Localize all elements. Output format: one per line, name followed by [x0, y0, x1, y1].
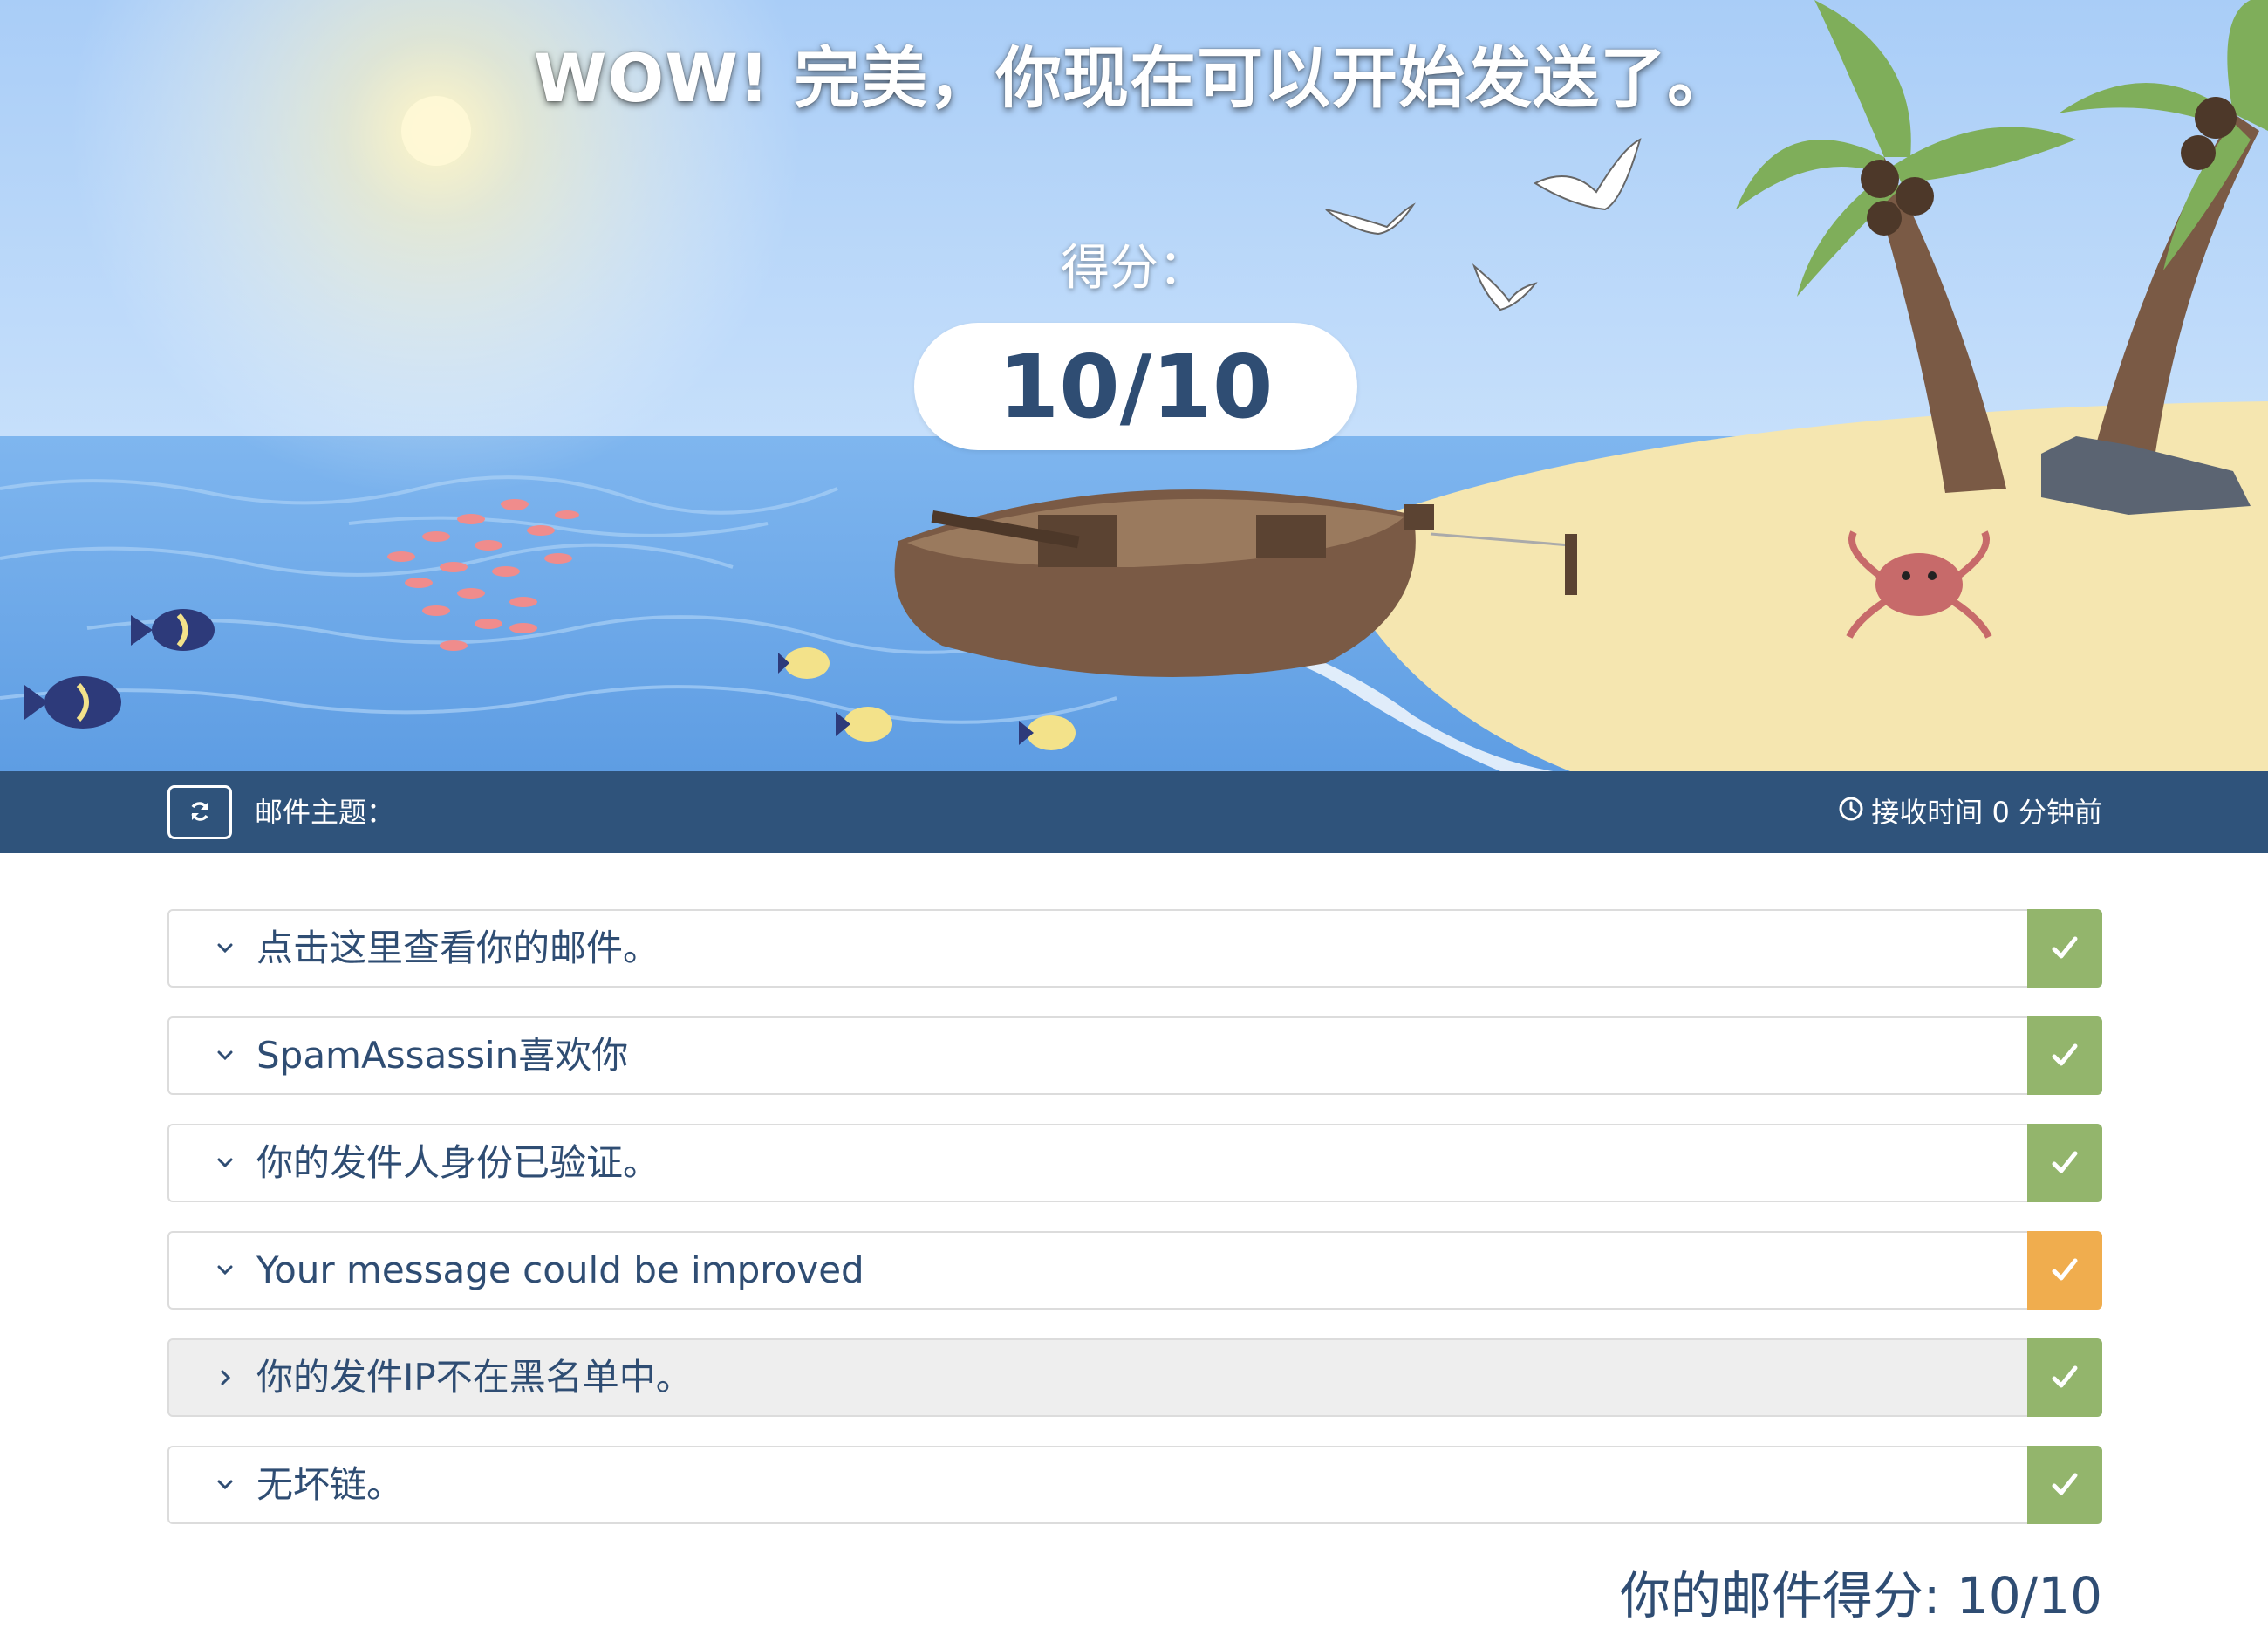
- check-row-message-improvement[interactable]: Your message could be improved: [167, 1231, 2102, 1310]
- status-check-icon: [2027, 1338, 2102, 1417]
- check-label: SpamAssassin喜欢你: [256, 1034, 629, 1077]
- chevron-down-icon: [208, 1260, 243, 1281]
- hero-title: WOW! 完美，你现在可以开始发送了。: [533, 39, 1735, 117]
- subject-label: 邮件主题：: [255, 796, 395, 829]
- clock-icon: [1838, 792, 1864, 832]
- checks-list: 点击这里查看你的邮件。 SpamAssassin喜欢你 你的发件人身份已验证。 …: [167, 909, 2102, 1553]
- email-meta-bar: 邮件主题： 接收时间 0 分钟前: [0, 771, 2268, 853]
- score-label: 得分：: [1061, 240, 1207, 297]
- refresh-button[interactable]: [167, 785, 232, 839]
- received-text: 接收时间 0 分钟前: [1871, 796, 2102, 829]
- score-badge: 10/10: [914, 323, 1357, 450]
- chevron-down-icon: [208, 1153, 243, 1173]
- hero-banner: WOW! 完美，你现在可以开始发送了。 得分： 10/10: [0, 0, 2268, 771]
- check-row-broken-links[interactable]: 无坏链。: [167, 1446, 2102, 1524]
- check-label: 点击这里查看你的邮件。: [256, 927, 660, 969]
- received-time: 接收时间 0 分钟前: [1838, 792, 2102, 832]
- check-label: 你的发件人身份已验证。: [256, 1141, 660, 1184]
- check-row-blacklist[interactable]: 你的发件IP不在黑名单中。: [167, 1338, 2102, 1417]
- chevron-right-icon: [208, 1367, 243, 1388]
- chevron-down-icon: [208, 1474, 243, 1495]
- total-score: 你的邮件得分: 10/10: [1619, 1566, 2102, 1625]
- check-row-spamassassin[interactable]: SpamAssassin喜欢你: [167, 1016, 2102, 1095]
- check-row-view-email[interactable]: 点击这里查看你的邮件。: [167, 909, 2102, 988]
- check-label: 无坏链。: [256, 1463, 404, 1506]
- refresh-icon: [188, 800, 211, 825]
- check-label: 你的发件IP不在黑名单中。: [256, 1356, 693, 1399]
- check-label: Your message could be improved: [256, 1249, 864, 1291]
- status-check-icon: [2027, 1016, 2102, 1095]
- status-check-icon: [2027, 909, 2102, 988]
- status-check-icon: [2027, 1446, 2102, 1524]
- status-check-icon: [2027, 1231, 2102, 1310]
- chevron-down-icon: [208, 938, 243, 959]
- chevron-down-icon: [208, 1045, 243, 1066]
- status-check-icon: [2027, 1124, 2102, 1202]
- check-row-sender-auth[interactable]: 你的发件人身份已验证。: [167, 1124, 2102, 1202]
